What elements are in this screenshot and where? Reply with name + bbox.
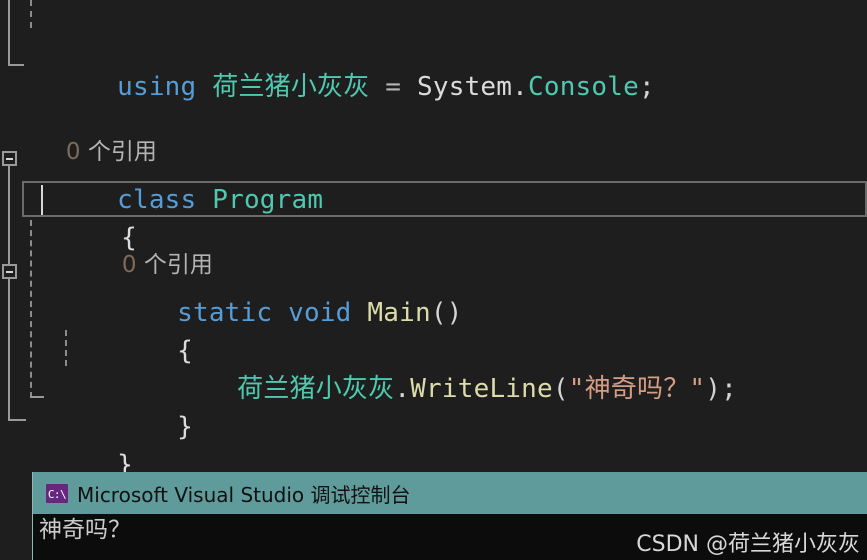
console-output-area[interactable]: 神奇吗？ CSDN @荷兰猪小灰灰 — [33, 514, 867, 560]
code-line-main-open-brace[interactable]: { — [0, 294, 867, 366]
code-line-class-open-brace[interactable]: { — [0, 181, 867, 253]
console-app-icon: C:\ — [46, 483, 68, 503]
code-line-class-declaration[interactable]: class Program — [0, 143, 867, 215]
console-title-label: Microsoft Visual Studio 调试控制台 — [77, 482, 411, 507]
code-line-writeline-call[interactable]: 荷兰猪小灰灰.WriteLine("神奇吗？"); — [0, 332, 867, 404]
screenshot-root: using 荷兰猪小灰灰 = System.Console; 0 个引用 cla… — [0, 0, 867, 560]
csdn-watermark: CSDN @荷兰猪小灰灰 — [636, 532, 860, 557]
debug-console-window[interactable]: C:\ Microsoft Visual Studio 调试控制台 神奇吗？ C… — [32, 472, 867, 560]
outline-dashed-guide-top — [30, 0, 32, 28]
code-line-main-declaration[interactable]: static void Main() — [0, 256, 867, 328]
token-keyword-using: using — [117, 72, 213, 102]
text-caret — [41, 185, 43, 215]
token-type-console: Console — [528, 72, 639, 102]
token-alias-name: 荷兰猪小灰灰 — [212, 72, 370, 102]
code-line-class-close-brace[interactable]: } — [0, 408, 867, 480]
console-icon-glyph: C:\ — [47, 487, 67, 501]
token-namespace-system: System — [417, 72, 513, 102]
code-editor[interactable]: using 荷兰猪小灰灰 = System.Console; 0 个引用 cla… — [0, 0, 867, 480]
code-line-main-close-brace[interactable]: } — [0, 370, 867, 442]
token-equals: = — [369, 72, 418, 102]
token-dot-1: . — [512, 72, 528, 102]
console-title-bar[interactable]: C:\ Microsoft Visual Studio 调试控制台 — [33, 472, 867, 514]
code-line-using[interactable]: using 荷兰猪小灰灰 = System.Console; — [0, 30, 867, 102]
token-semicolon-1: ; — [638, 72, 655, 102]
